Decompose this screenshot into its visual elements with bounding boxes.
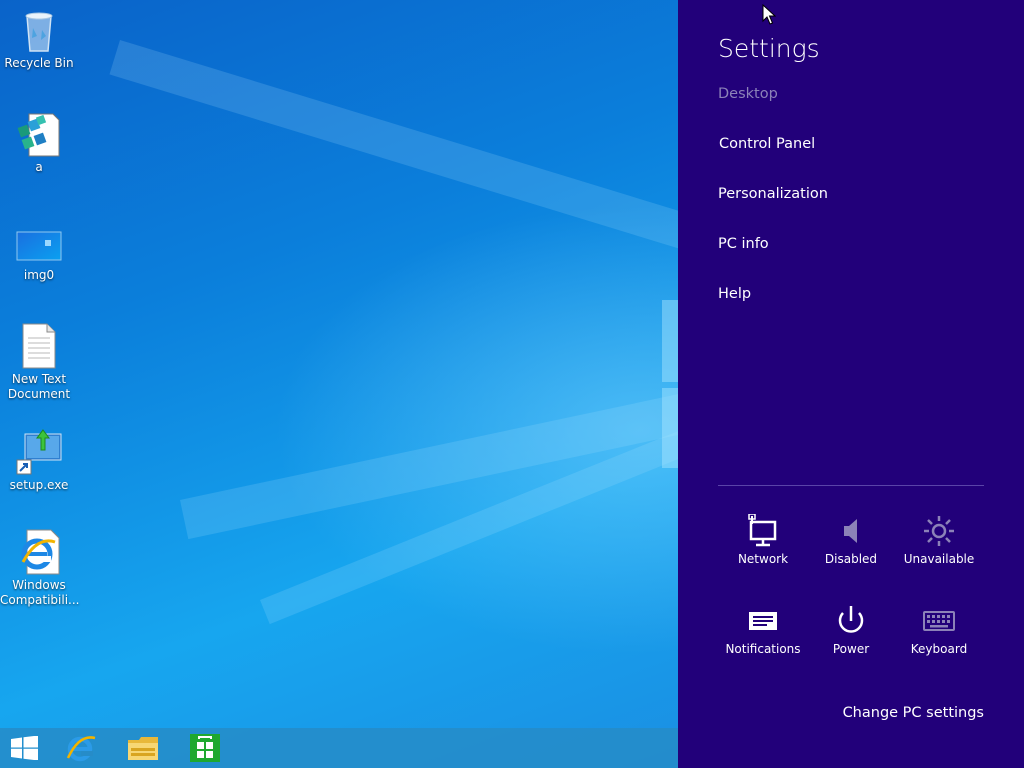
quick-setting-keyboard[interactable]: Keyboard <box>895 604 983 656</box>
desktop-icon-label: Recycle Bin <box>4 56 74 70</box>
desktop-icon-label: New Text Document <box>7 372 71 401</box>
store-icon <box>190 734 220 762</box>
desktop-icon-new-text-document[interactable]: New Text Document <box>0 322 78 402</box>
power-icon <box>831 604 871 638</box>
keyboard-icon <box>919 604 959 638</box>
quick-setting-volume[interactable]: Disabled <box>807 514 895 566</box>
text-document-icon <box>15 322 63 370</box>
menu-item-control-panel[interactable]: Control Panel <box>719 136 815 152</box>
desktop: Recycle Bin a img0 New Text Document set… <box>0 0 678 768</box>
image-file-icon <box>15 226 63 266</box>
recycle-bin-icon <box>15 6 63 54</box>
menu-item-desktop: Desktop <box>718 86 778 102</box>
desktop-icon-label: img0 <box>23 268 55 282</box>
mouse-cursor-icon <box>762 4 776 25</box>
internet-explorer-icon <box>66 736 96 762</box>
desktop-icon-label: Windows Compatibili... <box>0 578 80 607</box>
quick-setting-network[interactable]: Network <box>719 513 807 566</box>
speaker-icon <box>831 514 871 548</box>
notifications-icon <box>743 604 783 638</box>
panel-title: Settings <box>718 34 820 63</box>
desktop-icon-a[interactable]: a <box>0 110 78 175</box>
settings-charm-panel: Settings Desktop Control Panel Personali… <box>678 0 1024 768</box>
setup-shortcut-icon <box>15 428 63 476</box>
desktop-icon-label: a <box>35 160 43 174</box>
desktop-icon-img0[interactable]: img0 <box>0 226 78 283</box>
quick-setting-brightness[interactable]: Unavailable <box>895 514 983 566</box>
desktop-icon-label: setup.exe <box>9 478 69 492</box>
internet-explorer-taskbar-button[interactable] <box>52 728 110 768</box>
network-icon <box>743 513 783 548</box>
folder-icon <box>128 737 158 760</box>
file-explorer-taskbar-button[interactable] <box>114 728 172 768</box>
windows-logo-icon <box>11 736 38 760</box>
desktop-icon-setup-exe[interactable]: setup.exe <box>0 428 78 493</box>
divider <box>718 485 984 486</box>
menu-item-pc-info[interactable]: PC info <box>718 236 769 252</box>
start-button[interactable] <box>0 728 58 768</box>
menu-item-help[interactable]: Help <box>718 286 751 302</box>
quick-setting-label: Keyboard <box>910 642 968 656</box>
change-pc-settings-link[interactable]: Change PC settings <box>843 705 984 721</box>
brightness-icon <box>919 514 959 548</box>
menu-item-personalization[interactable]: Personalization <box>718 186 828 202</box>
registry-file-icon <box>15 110 63 158</box>
taskbar <box>0 728 678 768</box>
quick-setting-label: Unavailable <box>903 552 975 566</box>
quick-setting-notifications[interactable]: Notifications <box>719 604 807 656</box>
desktop-icon-recycle-bin[interactable]: Recycle Bin <box>0 6 78 71</box>
window-glass-edge <box>662 388 678 468</box>
quick-setting-label: Network <box>737 552 789 566</box>
window-glass-edge <box>662 300 678 382</box>
internet-explorer-icon <box>15 528 63 576</box>
quick-setting-label: Notifications <box>725 642 801 656</box>
quick-setting-power[interactable]: Power <box>807 604 895 656</box>
store-taskbar-button[interactable] <box>176 728 234 768</box>
quick-setting-label: Disabled <box>824 552 878 566</box>
desktop-icon-windows-compatibility[interactable]: Windows Compatibili... <box>0 528 80 608</box>
quick-setting-label: Power <box>832 642 870 656</box>
